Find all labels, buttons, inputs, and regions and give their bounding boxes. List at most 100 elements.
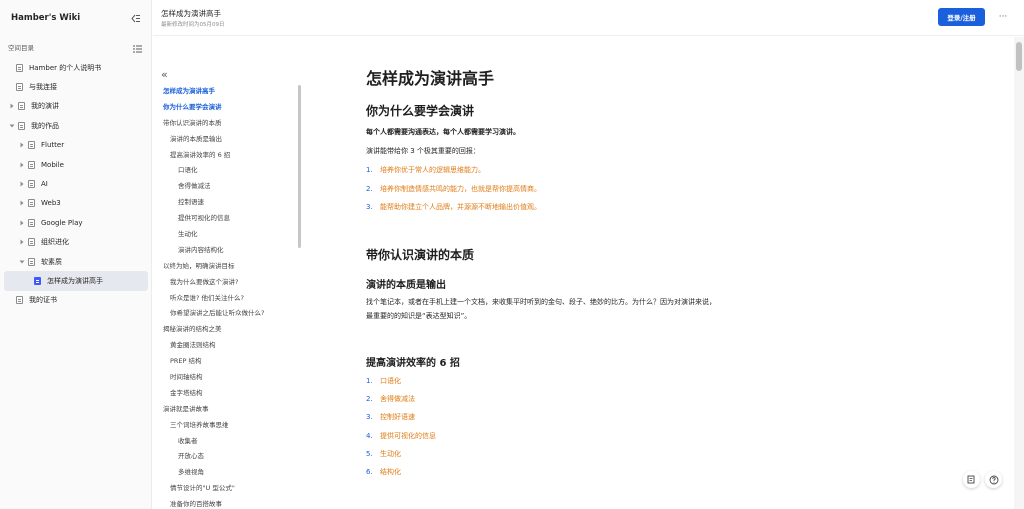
caret-right-icon[interactable] (18, 180, 26, 188)
toc-item[interactable]: 黄金圈法则结构 (153, 338, 303, 354)
sidebar-tree-item-label: 我的作品 (31, 121, 59, 130)
list-number: 3. (366, 203, 373, 211)
section-heading-why-speak: 你为什么要学会演讲 (366, 104, 475, 118)
sidebar-tree-item[interactable]: 组织进化 (4, 233, 148, 252)
toc-item[interactable]: 金字塔结构 (153, 386, 303, 402)
sidebar-tree-item[interactable]: 我的证书 (4, 291, 148, 310)
document-icon (34, 276, 41, 285)
toc-item[interactable]: PREP 结构 (153, 354, 303, 370)
toc-item[interactable]: 多维视角 (153, 465, 303, 481)
collapse-toc-icon[interactable]: « (161, 69, 168, 80)
help-icon[interactable] (985, 471, 1002, 488)
last-modified-text: 最新修改时间为05月09日 (161, 22, 225, 28)
toc-item[interactable]: 准备你的百搭故事 (153, 497, 303, 509)
document-icon (28, 199, 35, 208)
sidebar-tree-item-label: 与我连接 (29, 83, 57, 92)
sidebar-tree-item-label: Hamber 的个人说明书 (29, 63, 102, 72)
toc-item[interactable]: 开放心态 (153, 449, 303, 465)
document-icon (28, 160, 35, 169)
list-text: 口语化 (380, 377, 401, 385)
caret-right-icon[interactable] (18, 219, 26, 227)
caret-right-icon[interactable] (8, 102, 16, 110)
toc-item[interactable]: 我为什么要做这个演讲? (153, 275, 303, 291)
toc-list: 怎样成为演讲高手 你为什么要学会演讲 带你认识演讲的本质 演讲的本质是输出 提高演讲效率… (153, 84, 303, 509)
toc-item[interactable]: 以终为始，明确演讲目标 (153, 259, 303, 275)
toc-item[interactable]: 生动化 (153, 227, 303, 243)
document-icon (28, 238, 35, 247)
list-text: 舍得做减法 (380, 395, 415, 404)
list-number: 6. (366, 468, 373, 476)
sidebar-tree-item[interactable]: 我的作品 (4, 116, 148, 135)
edit-note-icon[interactable] (963, 471, 980, 488)
more-options-icon[interactable]: ··· (995, 8, 1011, 26)
toc-item[interactable]: 演讲就是讲故事 (153, 402, 303, 418)
list-item: 3. 能帮助你建立个人品牌，并源源不断地输出价值观。 (366, 202, 541, 212)
sidebar-tree-item[interactable]: 我的演讲 (4, 97, 148, 116)
toc-item[interactable]: 三个词培养故事思维 (153, 418, 303, 434)
toc-item[interactable]: 演讲内容结构化 (153, 243, 303, 259)
toc-item[interactable]: 提高演讲效率的 6 招 (153, 148, 303, 164)
toc-item[interactable]: 带你认识演讲的本质 (153, 116, 303, 132)
login-register-button[interactable]: 登录/注册 (938, 8, 985, 26)
sidebar-tree-item[interactable]: Web3 (4, 194, 148, 213)
sidebar-tree-item-label: 我的演讲 (31, 102, 59, 111)
caret-right-icon[interactable] (18, 161, 26, 169)
sidebar-tree-item-label: Mobile (41, 160, 64, 169)
document-icon (28, 218, 35, 227)
directory-list-icon[interactable] (133, 38, 142, 57)
sidebar-tree-item-label: 怎样成为演讲高手 (47, 276, 103, 285)
sidebar-tree-item[interactable]: 与我连接 (4, 77, 148, 96)
toc-item[interactable]: 控制语速 (153, 195, 303, 211)
toc-item[interactable]: 时间轴结构 (153, 370, 303, 386)
space-tree: Hamber 的个人说明书 与我连接我的演讲我的作品 Flutter Mobile AI… (4, 58, 148, 310)
sidebar-header: Hamber's Wiki (0, 0, 152, 36)
toc-item[interactable]: 提供可视化的信息 (153, 211, 303, 227)
sidebar-tree-item[interactable]: Google Play (4, 213, 148, 232)
list-number: 5. (366, 449, 373, 458)
list-item: 2. 培养你制造情感共鸣的能力，也就是帮你提高情商。 (366, 184, 541, 194)
sidebar-tree-item[interactable]: Mobile (4, 155, 148, 174)
sidebar-tree-item[interactable]: 怎样成为演讲高手 (4, 271, 148, 291)
toc-item[interactable]: 听众是谁? 他们关注什么? (153, 291, 303, 307)
toc-item[interactable]: 怎样成为演讲高手 (153, 84, 303, 100)
caret-right-icon[interactable] (18, 199, 26, 207)
toc-item[interactable]: 你为什么要学会演讲 (153, 100, 303, 116)
caret-right-icon[interactable] (18, 238, 26, 246)
section-intro-text: 演讲能带给你 3 个极其重要的回报： (366, 147, 480, 155)
wiki-title[interactable]: Hamber's Wiki (11, 13, 80, 23)
list-number: 2. (366, 184, 373, 193)
collapse-sidebar-icon[interactable] (130, 12, 142, 24)
document-icon (28, 257, 35, 266)
list-item: 2. 舍得做减法 (366, 394, 415, 404)
list-text: 能帮助你建立个人品牌，并源源不断地输出价值观。 (380, 203, 541, 211)
toc-item[interactable]: 你希望演讲之后能让听众做什么? (153, 306, 303, 322)
list-number: 3. (366, 413, 373, 422)
section-heading-essence: 带你认识演讲的本质 (366, 248, 475, 262)
sidebar-tree-item-label: 我的证书 (29, 296, 57, 305)
sidebar-tree-item[interactable]: AI (4, 174, 148, 193)
toc-item[interactable]: 收集者 (153, 434, 303, 450)
space-directory-header: 空间目录 (0, 40, 152, 54)
sidebar-tree-item[interactable]: Hamber 的个人说明书 (4, 58, 148, 77)
toc-item[interactable]: 口语化 (153, 163, 303, 179)
caret-right-icon[interactable] (18, 141, 26, 149)
toc-scrollbar[interactable] (298, 85, 301, 248)
toc-item[interactable]: 揭秘演讲的结构之美 (153, 322, 303, 338)
toc-item[interactable]: 情节设计的"U 型公式" (153, 481, 303, 497)
document-icon (16, 63, 23, 72)
page-scrollbar[interactable] (1014, 37, 1024, 509)
list-item: 5. 生动化 (366, 449, 401, 459)
document-icon (18, 102, 25, 111)
page-scrollbar-thumb[interactable] (1016, 42, 1022, 71)
toc-item[interactable]: 演讲的本质是输出 (153, 132, 303, 148)
list-item: 4. 提供可视化的信息 (366, 431, 436, 441)
section-bold-text: 每个人都需要沟通表达，每个人都需要学习演讲。 (366, 128, 520, 136)
sidebar-tree-item-label: Flutter (41, 141, 65, 150)
sidebar-tree-item[interactable]: 软素质 (4, 252, 148, 271)
toc-item[interactable]: 舍得做减法 (153, 179, 303, 195)
document-icon (16, 296, 23, 305)
caret-down-icon[interactable] (8, 122, 16, 130)
caret-down-icon[interactable] (18, 258, 26, 266)
space-directory-label: 空间目录 (8, 44, 34, 52)
sidebar-tree-item[interactable]: Flutter (4, 136, 148, 155)
